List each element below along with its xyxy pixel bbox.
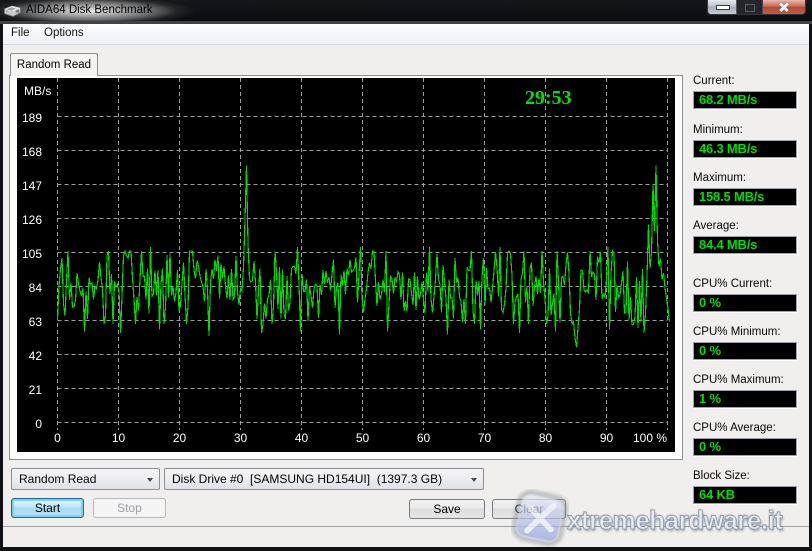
svg-text:10: 10 bbox=[112, 431, 126, 445]
svg-text:40: 40 bbox=[295, 431, 309, 445]
svg-text:80: 80 bbox=[539, 431, 553, 445]
svg-text:60: 60 bbox=[417, 431, 431, 445]
svg-text:0: 0 bbox=[54, 431, 61, 445]
svg-text:84: 84 bbox=[29, 281, 43, 295]
svg-text:189: 189 bbox=[22, 111, 42, 125]
svg-text:100 %: 100 % bbox=[633, 431, 667, 445]
svg-text:63: 63 bbox=[29, 315, 43, 329]
svg-text:20: 20 bbox=[173, 431, 187, 445]
svg-text:MB/s: MB/s bbox=[24, 84, 51, 98]
svg-text:29:53: 29:53 bbox=[525, 87, 572, 109]
svg-text:90: 90 bbox=[600, 431, 614, 445]
svg-text:0: 0 bbox=[35, 417, 42, 431]
svg-text:21: 21 bbox=[29, 383, 43, 397]
svg-text:30: 30 bbox=[234, 431, 248, 445]
svg-text:147: 147 bbox=[22, 179, 42, 193]
svg-text:42: 42 bbox=[29, 349, 43, 363]
svg-text:50: 50 bbox=[356, 431, 370, 445]
svg-text:168: 168 bbox=[22, 145, 42, 159]
svg-text:70: 70 bbox=[478, 431, 492, 445]
svg-text:126: 126 bbox=[22, 213, 42, 227]
svg-text:105: 105 bbox=[22, 247, 42, 261]
